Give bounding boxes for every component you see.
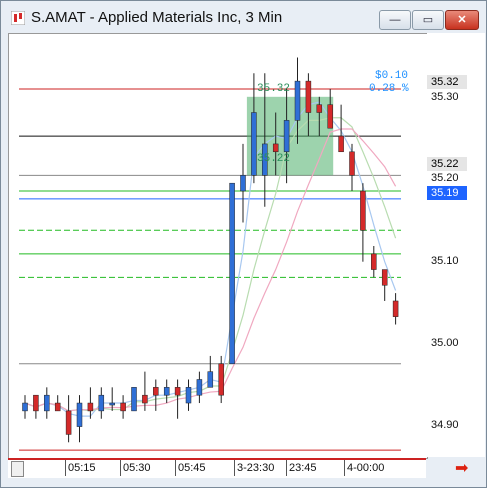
candle-body [196,379,203,396]
y-tick-label: 35.00 [431,337,459,349]
price-badge-low: 35.22 [427,157,467,171]
candle-body [381,269,388,286]
candle-body [153,387,159,396]
candle-body [272,143,279,153]
minimize-button[interactable]: — [379,10,411,30]
candle-body [98,394,105,412]
candle-body [207,371,214,388]
x-tick [286,460,287,476]
x-tick [175,460,176,476]
measure-pct: 0.28 % [369,83,409,95]
y-tick-label: 35.30 [431,91,459,103]
window-title: S.AMAT - Applied Materials Inc, 3 Min [31,9,283,26]
candle-body [349,151,355,176]
chart-canvas[interactable] [9,34,427,458]
time-axis[interactable]: 05:15 05:30 05:45 3-23:30 23:45 4-00:00 [8,458,426,478]
candle-body [240,175,246,192]
candle-body [185,387,192,404]
candle-body [109,402,115,406]
price-chart[interactable]: $0.10 0.28 % 35.32 35.22 [8,33,428,459]
x-tick [234,460,235,476]
x-tick [65,460,66,476]
y-tick-label: 35.20 [431,172,459,184]
candle-body [76,402,83,427]
candle-body [392,300,399,317]
candle-body [338,135,344,153]
y-tick-label: 35.10 [431,255,459,267]
maximize-button[interactable]: ▭ [412,10,444,30]
candle-body [327,104,333,129]
x-tick-label: 05:45 [178,462,206,474]
candle-body [22,402,28,412]
app-icon [11,11,25,25]
candle-body [87,402,94,412]
price-badge-last: 35.19 [427,186,467,200]
price-axis[interactable]: 35.32 35.30 35.22 35.19 35.20 35.10 35.0… [427,33,485,457]
candle-body [142,394,148,404]
candle-body [229,182,235,365]
scroll-right-arrow-icon[interactable]: ➡ [455,458,479,477]
candle-body [305,80,312,113]
x-tick [120,460,121,476]
title-bar[interactable]: S.AMAT - Applied Materials Inc, 3 Min — … [1,1,486,33]
x-tick-label: 4-00:00 [347,462,385,474]
x-tick-label: 3-23:30 [237,462,275,474]
measure-top: 35.32 [257,83,291,95]
candle-body [218,363,224,396]
candle-body [65,410,72,435]
candle-body [371,253,377,270]
candle-body [360,190,366,231]
candle-body [283,120,290,153]
candle-body [44,394,50,412]
candle-body [33,394,39,412]
price-badge-high: 35.32 [427,75,467,89]
y-tick-label: 34.90 [431,419,459,431]
measure-bottom: 35.22 [257,153,291,165]
candle-body [131,387,137,412]
candle-body [120,402,126,412]
candle-body [294,80,301,121]
close-button[interactable]: ✕ [445,10,479,30]
x-tick-label: 05:15 [68,462,96,474]
x-tick-label: 05:30 [123,462,151,474]
candle-body [316,104,323,113]
candle-body [163,387,170,396]
scroll-thumb[interactable] [11,461,24,477]
measure-delta: $0.10 [375,70,409,82]
x-tick [344,460,345,476]
candle-body [54,402,61,412]
candle-body [251,112,257,176]
x-tick-label: 23:45 [289,462,317,474]
candle-body [174,387,181,396]
